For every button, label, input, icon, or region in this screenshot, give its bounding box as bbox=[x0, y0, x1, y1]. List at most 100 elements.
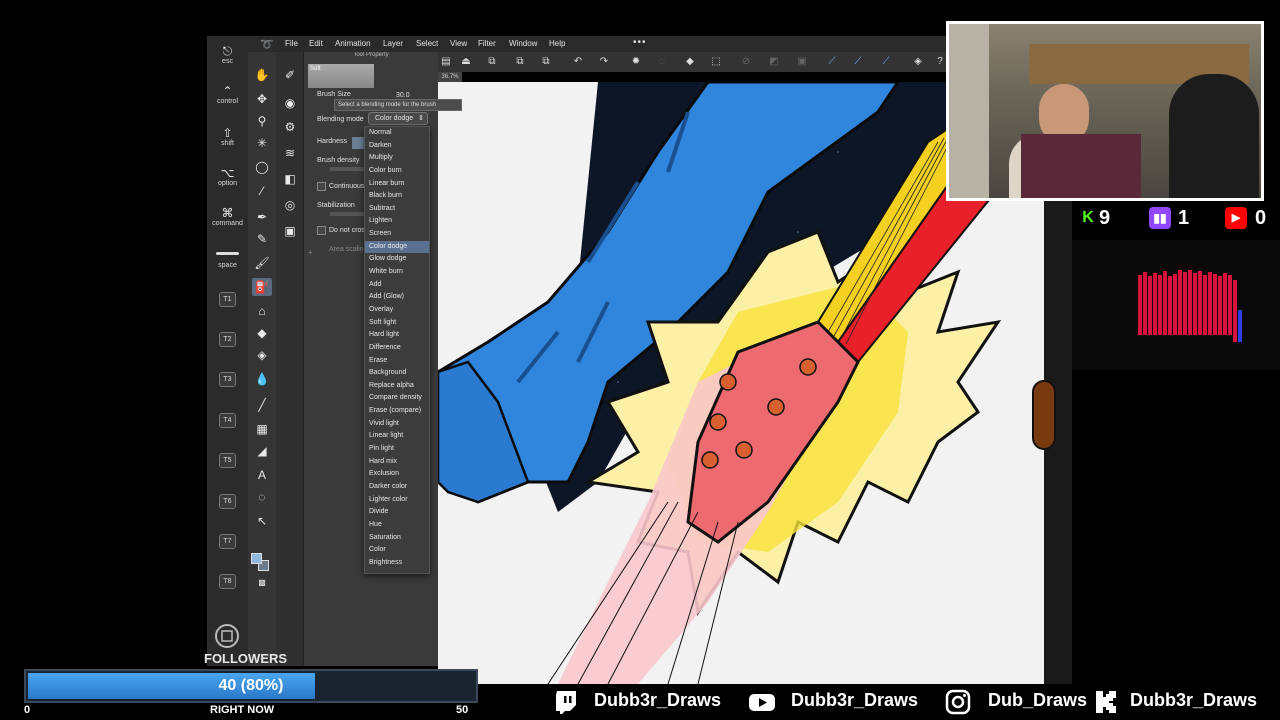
menu-layer[interactable]: Layer bbox=[383, 39, 403, 48]
gradient-tool-icon[interactable]: ▦ bbox=[252, 420, 272, 438]
blend-tool-icon[interactable]: 💧 bbox=[252, 370, 272, 388]
instagram-handle[interactable]: Dub_Draws bbox=[988, 690, 1087, 711]
snap-special-ruler-icon[interactable]: ⟋ bbox=[850, 54, 866, 70]
subtool-layers-icon[interactable]: ≋ bbox=[280, 144, 300, 162]
blend-option[interactable]: Divide bbox=[365, 506, 429, 519]
shift-key[interactable]: ⇧ shift bbox=[207, 126, 248, 147]
object-tool-icon[interactable]: ⚲ bbox=[252, 112, 272, 130]
brush-tool-icon[interactable]: 🖌 bbox=[252, 254, 272, 272]
blend-option[interactable]: Pin light bbox=[365, 443, 429, 456]
transparent-color-icon[interactable]: ▩ bbox=[252, 574, 272, 592]
transform-icon[interactable]: ⬚ bbox=[708, 54, 724, 70]
blend-option[interactable]: Soft light bbox=[365, 317, 429, 330]
app-logo-icon[interactable]: ➰ bbox=[260, 38, 274, 51]
undo-icon[interactable]: ↶ bbox=[570, 54, 586, 70]
blend-option[interactable]: Vivid light bbox=[365, 418, 429, 431]
youtube-handle[interactable]: Dubb3r_Draws bbox=[791, 690, 918, 711]
esc-key[interactable]: ⎋ esc bbox=[207, 44, 248, 65]
blend-option[interactable]: Saturation bbox=[365, 532, 429, 545]
eraser-tool-icon[interactable]: ◈ bbox=[252, 346, 272, 364]
frame-tool-icon[interactable]: ◢ bbox=[252, 442, 272, 460]
eyedropper-icon[interactable]: ⁄ bbox=[252, 182, 272, 200]
blend-option[interactable]: Color dodge bbox=[365, 240, 429, 254]
blend-option[interactable]: Erase bbox=[365, 355, 429, 368]
decoration-tool-icon[interactable]: ⌂ bbox=[252, 302, 272, 320]
menu-animation[interactable]: Animation bbox=[335, 39, 371, 48]
blend-option[interactable]: Linear light bbox=[365, 430, 429, 443]
blend-option[interactable]: Linear burn bbox=[365, 178, 429, 191]
blend-option[interactable]: Background bbox=[365, 367, 429, 380]
clear-icon[interactable]: ◌ bbox=[654, 54, 670, 70]
expand-plus-icon[interactable]: + bbox=[308, 248, 313, 257]
subtool-panel-icon[interactable]: ▣ bbox=[280, 222, 300, 240]
layer-props-icon[interactable]: ◈ bbox=[910, 54, 926, 70]
zoom-tool-icon[interactable]: ✥ bbox=[252, 90, 272, 108]
snap-grid-icon[interactable]: ⟋ bbox=[878, 54, 894, 70]
print-icon[interactable]: ⏏ bbox=[458, 54, 474, 70]
brush-density-slider[interactable] bbox=[330, 167, 364, 171]
correct-line-tool-icon[interactable]: ↖ bbox=[252, 512, 272, 530]
copy-icon[interactable]: ⧉ bbox=[512, 54, 528, 70]
subtool-stack-icon[interactable]: ◧ bbox=[280, 170, 300, 188]
hardness-preview[interactable] bbox=[352, 137, 364, 149]
blend-option[interactable]: Replace alpha bbox=[365, 380, 429, 393]
blend-option[interactable]: Difference bbox=[365, 342, 429, 355]
tab-button-t4[interactable]: T4 bbox=[219, 413, 236, 428]
blend-option[interactable]: Compare density bbox=[365, 392, 429, 405]
subtool-settings-icon[interactable]: ⚙ bbox=[280, 118, 300, 136]
blend-option[interactable]: Color burn bbox=[365, 165, 429, 178]
blend-option[interactable]: Multiply bbox=[365, 152, 429, 165]
blend-option[interactable]: Darken bbox=[365, 140, 429, 153]
blend-option[interactable]: Erase (compare) bbox=[365, 405, 429, 418]
pen-tool-icon[interactable]: ✒ bbox=[252, 208, 272, 226]
hand-tool-icon[interactable]: ✋ bbox=[252, 66, 272, 84]
command-key[interactable]: ⌘ command bbox=[207, 206, 248, 227]
do-not-cross-checkbox[interactable] bbox=[317, 226, 326, 235]
blend-option[interactable]: Hue bbox=[365, 519, 429, 532]
option-key[interactable]: ⌥ option bbox=[207, 166, 248, 187]
menu-edit[interactable]: Edit bbox=[309, 39, 323, 48]
kick-handle[interactable]: Dubb3r_Draws bbox=[1130, 690, 1257, 711]
fill-tool-icon[interactable]: ◆ bbox=[252, 324, 272, 342]
subtool-navigator-icon[interactable]: ◎ bbox=[280, 196, 300, 214]
export-icon[interactable]: ⧉ bbox=[484, 54, 500, 70]
control-key[interactable]: ⌃ control bbox=[207, 84, 248, 105]
fill-icon[interactable]: ◆ bbox=[682, 54, 698, 70]
snap-ruler-icon[interactable]: ⟋ bbox=[824, 54, 840, 70]
blend-option[interactable]: Black burn bbox=[365, 190, 429, 203]
stabilization-slider[interactable] bbox=[330, 212, 364, 216]
menu-help[interactable]: Help bbox=[549, 39, 565, 48]
space-key[interactable]: space bbox=[207, 250, 248, 269]
blend-option[interactable]: Exclusion bbox=[365, 468, 429, 481]
blend-option[interactable]: Screen bbox=[365, 228, 429, 241]
magic-wand-icon[interactable]: ✳ bbox=[252, 134, 272, 152]
balloon-tool-icon[interactable]: ◌ bbox=[252, 488, 272, 506]
text-tool-icon[interactable]: A bbox=[252, 466, 272, 484]
line-tool-icon[interactable]: ╱ bbox=[252, 396, 272, 414]
blend-option[interactable]: Hard light bbox=[365, 329, 429, 342]
tab-button-t1[interactable]: T1 bbox=[219, 292, 236, 307]
main-color-swatch[interactable] bbox=[251, 553, 262, 564]
blend-option[interactable]: Brightness bbox=[365, 557, 429, 570]
paste-icon[interactable]: ⧉ bbox=[538, 54, 554, 70]
blend-option[interactable]: Add (Glow) bbox=[365, 291, 429, 304]
tab-button-t7[interactable]: T7 bbox=[219, 534, 236, 549]
lasso-tool-icon[interactable]: ◯ bbox=[252, 158, 272, 176]
twitch-handle[interactable]: Dubb3r_Draws bbox=[594, 690, 721, 711]
blend-option[interactable]: Hard mix bbox=[365, 456, 429, 469]
blending-mode-select[interactable]: Color dodge ⇕ bbox=[368, 112, 428, 125]
tab-button-t2[interactable]: T2 bbox=[219, 332, 236, 347]
tab-button-t6[interactable]: T6 bbox=[219, 494, 236, 509]
blend-option[interactable]: Lighter color bbox=[365, 494, 429, 507]
save-icon[interactable]: ▤ bbox=[438, 54, 454, 70]
tab-button-t8[interactable]: T8 bbox=[219, 574, 236, 589]
brush-size-value[interactable]: 30.0 bbox=[396, 92, 410, 99]
blend-option[interactable]: Glow dodge bbox=[365, 253, 429, 266]
more-options-icon[interactable]: ••• bbox=[633, 37, 647, 48]
airbrush-tool-icon[interactable]: ⛽ bbox=[252, 278, 272, 296]
brush-preset-preview[interactable]: Soft bbox=[308, 64, 374, 88]
blend-option[interactable]: Add bbox=[365, 279, 429, 292]
continuous-checkbox[interactable] bbox=[317, 182, 326, 191]
blend-option[interactable]: White burn bbox=[365, 266, 429, 279]
menu-filter[interactable]: Filter bbox=[478, 39, 496, 48]
